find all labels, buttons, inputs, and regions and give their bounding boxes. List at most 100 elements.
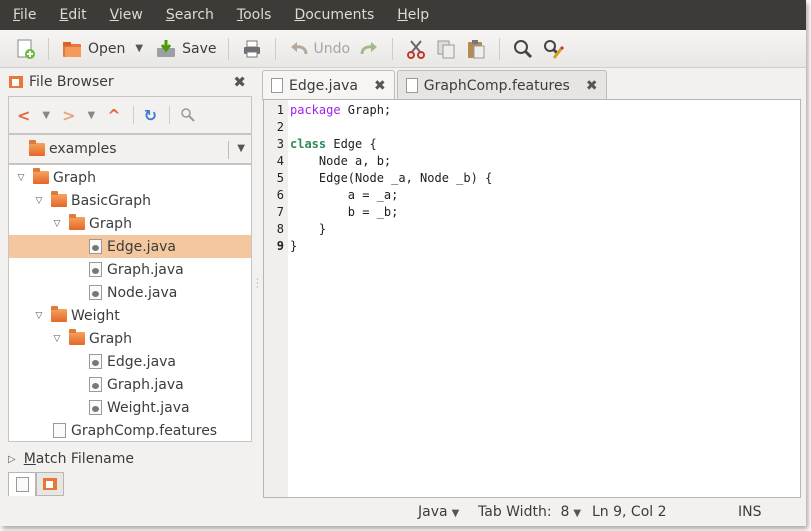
tab-width-selector[interactable]: Tab Width: 8 ▼ <box>478 504 581 520</box>
text-file-icon <box>53 423 66 438</box>
save-button[interactable]: Save <box>151 34 220 64</box>
toolbar-separator <box>392 37 394 60</box>
go-up-icon[interactable]: ^ <box>107 106 120 125</box>
code-keyword: class <box>290 137 327 151</box>
forward-icon[interactable]: > <box>62 106 75 125</box>
refresh-icon[interactable]: ↻ <box>144 106 157 125</box>
open-recent-dropdown-icon[interactable]: ▼ <box>135 43 143 54</box>
tab-width-label: Tab Width: 8 <box>478 504 570 520</box>
back-history-dropdown-icon[interactable]: ▼ <box>42 110 50 121</box>
menu-documents[interactable]: Documents <box>294 7 374 23</box>
tree-row-label: Graph.java <box>107 261 184 278</box>
code-line[interactable]: } <box>290 238 297 255</box>
file-browser-icon <box>43 478 57 490</box>
tree-row-label: GraphComp.features <box>71 422 218 439</box>
java-file-icon <box>89 354 102 369</box>
statusbar: Java ▼ Tab Width: 8 ▼ Ln 9, Col 2 INS <box>0 500 806 526</box>
code-line[interactable]: class Edge { <box>290 136 377 153</box>
tree-row[interactable]: ▽ Graph <box>9 327 251 350</box>
line-number: 2 <box>276 120 284 134</box>
tree-row[interactable]: Graph.java <box>9 258 251 281</box>
menu-search[interactable]: Search <box>166 7 214 23</box>
code-text: Graph; <box>340 103 392 117</box>
code-text: Edge(Node _a, Node _b) { <box>290 171 493 185</box>
menu-view[interactable]: View <box>110 7 143 23</box>
combo-separator <box>228 141 229 159</box>
copy-button[interactable] <box>431 34 461 64</box>
text-editor[interactable]: 1 2 3 4 5 6 7 8 9 package Graph; class Edge { Nod… <box>263 99 801 498</box>
forward-history-dropdown-icon[interactable]: ▼ <box>88 110 96 121</box>
code-text: b = _b; <box>290 205 399 219</box>
menu-help[interactable]: Help <box>397 7 429 23</box>
search-icon <box>512 38 534 60</box>
panel-splitter-handle[interactable]: · · · <box>256 276 260 292</box>
document-tab[interactable]: Edge.java ✖ <box>262 70 395 100</box>
code-line[interactable]: Edge(Node _a, Node _b) { <box>290 170 492 187</box>
redo-button[interactable] <box>354 34 384 64</box>
tree-row-label: Graph <box>53 169 96 186</box>
java-file-icon <box>89 377 102 392</box>
line-number: 4 <box>276 154 284 168</box>
line-number: 9 <box>276 239 284 253</box>
code-line[interactable]: package Graph; <box>290 102 391 119</box>
expander-arrow-icon[interactable]: ▽ <box>15 173 27 183</box>
find-replace-button[interactable] <box>538 34 568 64</box>
menubar: File Edit View Search Tools Documents Help <box>0 0 806 30</box>
print-button[interactable] <box>237 34 267 64</box>
paste-button[interactable] <box>461 34 491 64</box>
expander-arrow-icon[interactable]: ▽ <box>33 311 45 321</box>
java-file-icon <box>89 400 102 415</box>
match-filename-expander[interactable]: ▷ Match Filename <box>8 448 134 470</box>
tab-file-browser[interactable] <box>36 472 64 496</box>
new-document-button[interactable] <box>10 34 40 64</box>
insert-mode-indicator: INS <box>738 504 762 520</box>
tree-row[interactable]: Weight.java <box>9 396 251 419</box>
tree-row[interactable]: Edge.java <box>9 235 251 258</box>
close-icon[interactable]: ✖ <box>233 73 246 91</box>
expander-arrow-icon[interactable]: ▽ <box>51 219 63 229</box>
expander-arrow-icon[interactable]: ▽ <box>33 196 45 206</box>
folder-icon <box>29 139 45 156</box>
code-line[interactable]: a = _a; <box>290 187 399 204</box>
back-icon[interactable]: < <box>17 106 30 125</box>
tree-row[interactable]: Node.java <box>9 281 251 304</box>
tree-row-label: BasicGraph <box>71 192 152 209</box>
undo-button[interactable]: Undo <box>284 34 354 64</box>
tree-row[interactable]: ▽ Weight <box>9 304 251 327</box>
expander-arrow-icon[interactable]: ▽ <box>51 334 63 344</box>
filter-icon[interactable] <box>180 107 196 123</box>
close-tab-icon[interactable]: ✖ <box>374 78 386 94</box>
folder-icon <box>51 191 67 207</box>
menu-edit[interactable]: Edit <box>59 7 86 23</box>
expander-arrow-icon: ▷ <box>8 453 16 465</box>
chevron-down-icon: ▼ <box>237 143 245 154</box>
chevron-down-icon: ▼ <box>573 508 582 519</box>
tree-row[interactable]: ▽ Graph <box>9 212 251 235</box>
tree-row[interactable]: ▽ BasicGraph <box>9 189 251 212</box>
language-selector[interactable]: Java ▼ <box>418 504 459 520</box>
tree-row[interactable]: Graph.java <box>9 373 251 396</box>
menu-tools[interactable]: Tools <box>237 7 272 23</box>
close-tab-icon[interactable]: ✖ <box>586 78 598 94</box>
code-line[interactable]: Node a, b; <box>290 153 391 170</box>
code-line[interactable]: b = _b; <box>290 204 399 221</box>
location-combo[interactable]: examples ▼ <box>8 134 252 164</box>
tree-row[interactable]: GraphComp.features <box>9 419 251 442</box>
file-browser-toolbar: < ▼ > ▼ ^ ↻ <box>8 96 252 134</box>
code-line[interactable]: } <box>290 221 326 238</box>
open-button[interactable]: Open <box>57 34 129 64</box>
tree-row-label: Graph.java <box>107 376 184 393</box>
menu-file[interactable]: File <box>13 7 36 23</box>
clipboard-icon <box>465 38 487 60</box>
document-icon <box>405 78 418 93</box>
cut-button[interactable] <box>401 34 431 64</box>
toolbar-separator <box>132 106 134 124</box>
document-tab[interactable]: GraphComp.features ✖ <box>396 70 607 100</box>
tab-label: Edge.java <box>289 77 359 94</box>
scissors-icon <box>405 38 427 60</box>
tab-documents[interactable] <box>8 472 36 496</box>
find-button[interactable] <box>508 34 538 64</box>
tree-row[interactable]: ▽ Graph <box>9 166 251 189</box>
line-number: 3 <box>276 137 284 151</box>
tree-row[interactable]: Edge.java <box>9 350 251 373</box>
